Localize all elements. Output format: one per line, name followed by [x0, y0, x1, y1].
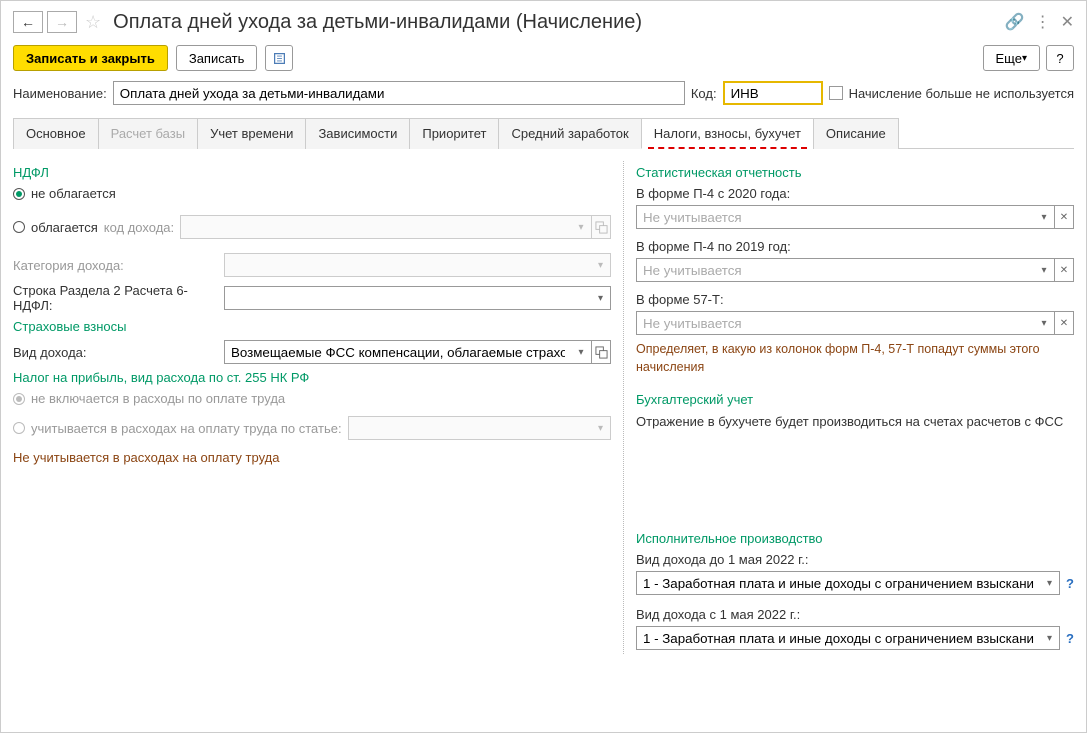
f57t-clear-icon[interactable]: ✕ — [1054, 311, 1074, 335]
p4-2019-clear-icon[interactable]: ✕ — [1054, 258, 1074, 282]
p4-2019-label: В форме П-4 по 2019 год: — [636, 239, 1074, 254]
p4-2019-input[interactable] — [636, 258, 1034, 282]
stats-head: Статистическая отчетность — [636, 165, 1074, 180]
exec-after-dropdown-icon[interactable]: ▾ — [1040, 626, 1060, 650]
category-input — [224, 253, 591, 277]
tab-avg[interactable]: Средний заработок — [498, 118, 641, 149]
window-title: Оплата дней ухода за детьми-инвалидами (… — [109, 11, 1001, 34]
profit-note: Не учитывается в расходах на оплату труд… — [13, 450, 611, 465]
link-icon[interactable]: 🔗 — [1005, 12, 1025, 32]
not-used-checkbox[interactable] — [829, 86, 843, 100]
profit-opt2-label: учитывается в расходах на оплату труда п… — [31, 421, 342, 436]
f57t-label: В форме 57-Т: — [636, 292, 1074, 307]
insurance-kind-open-icon[interactable] — [591, 340, 611, 364]
income-code-open-icon — [591, 215, 611, 239]
category-label: Категория дохода: — [13, 258, 218, 273]
insurance-kind-label: Вид дохода: — [13, 345, 218, 360]
profit-opt1-radio — [13, 393, 25, 405]
help-button[interactable]: ? — [1046, 45, 1074, 71]
report-button[interactable] — [265, 45, 293, 71]
p4-2020-input[interactable] — [636, 205, 1034, 229]
category-dropdown-icon: ▾ — [591, 253, 611, 277]
exec-after-label: Вид дохода с 1 мая 2022 г.: — [636, 607, 1074, 622]
line6-input[interactable] — [224, 286, 591, 310]
name-label: Наименование: — [13, 86, 107, 101]
line6-label: Строка Раздела 2 Расчета 6-НДФЛ: — [13, 283, 218, 313]
exec-before-label: Вид дохода до 1 мая 2022 г.: — [636, 552, 1074, 567]
forward-button[interactable]: → — [47, 11, 77, 33]
f57t-dropdown-icon[interactable]: ▾ — [1034, 311, 1054, 335]
p4-2019-dropdown-icon[interactable]: ▾ — [1034, 258, 1054, 282]
p4-2020-label: В форме П-4 с 2020 года: — [636, 186, 1074, 201]
profit-opt2-radio — [13, 422, 25, 434]
accounting-text: Отражение в бухучете будет производиться… — [636, 413, 1074, 431]
tab-main[interactable]: Основное — [13, 118, 99, 149]
not-used-label: Начисление больше не используется — [849, 86, 1074, 101]
exec-after-help-icon[interactable]: ? — [1066, 631, 1074, 646]
ndfl-taxed-radio[interactable] — [13, 221, 25, 233]
name-input[interactable] — [113, 81, 685, 105]
insurance-head: Страховые взносы — [13, 319, 611, 334]
exec-before-help-icon[interactable]: ? — [1066, 576, 1074, 591]
profit-article-dropdown-icon: ▾ — [591, 416, 611, 440]
ndfl-not-taxed-radio[interactable] — [13, 188, 25, 200]
tab-deps[interactable]: Зависимости — [305, 118, 410, 149]
f57t-input[interactable] — [636, 311, 1034, 335]
exec-head: Исполнительное производство — [636, 531, 1074, 546]
ndfl-not-taxed-label: не облагается — [31, 186, 116, 201]
accounting-head: Бухгалтерский учет — [636, 392, 1074, 407]
code-input[interactable] — [723, 81, 823, 105]
insurance-kind-input[interactable] — [224, 340, 571, 364]
code-label: Код: — [691, 86, 717, 101]
p4-2020-dropdown-icon[interactable]: ▾ — [1034, 205, 1054, 229]
profit-article-input — [348, 416, 591, 440]
exec-after-input[interactable] — [636, 626, 1040, 650]
exec-before-input[interactable] — [636, 571, 1040, 595]
save-close-button[interactable]: Записать и закрыть — [13, 45, 168, 71]
exec-before-dropdown-icon[interactable]: ▾ — [1040, 571, 1060, 595]
income-code-dropdown-icon: ▾ — [571, 215, 591, 239]
income-code-label: код дохода: — [104, 220, 174, 235]
ndfl-head: НДФЛ — [13, 165, 611, 180]
more-button[interactable]: Еще — [983, 45, 1040, 71]
line6-dropdown-icon[interactable]: ▾ — [591, 286, 611, 310]
ndfl-taxed-label: облагается — [31, 220, 98, 235]
favorite-star-icon[interactable]: ☆ — [85, 12, 101, 33]
tab-base[interactable]: Расчет базы — [98, 118, 199, 149]
tab-tax[interactable]: Налоги, взносы, бухучет — [641, 118, 814, 149]
tab-time[interactable]: Учет времени — [197, 118, 306, 149]
profit-opt1-label: не включается в расходы по оплате труда — [31, 391, 285, 406]
stats-hint: Определяет, в какую из колонок форм П-4,… — [636, 341, 1074, 376]
insurance-kind-dropdown-icon[interactable]: ▾ — [571, 340, 591, 364]
save-button[interactable]: Записать — [176, 45, 258, 71]
back-button[interactable]: ← — [13, 11, 43, 33]
kebab-menu-icon[interactable]: ⋮ — [1035, 12, 1051, 32]
profit-head: Налог на прибыль, вид расхода по ст. 255… — [13, 370, 611, 385]
p4-2020-clear-icon[interactable]: ✕ — [1054, 205, 1074, 229]
tab-desc[interactable]: Описание — [813, 118, 899, 149]
income-code-input — [180, 215, 571, 239]
close-icon[interactable]: ✕ — [1061, 12, 1074, 32]
tab-priority[interactable]: Приоритет — [409, 118, 499, 149]
